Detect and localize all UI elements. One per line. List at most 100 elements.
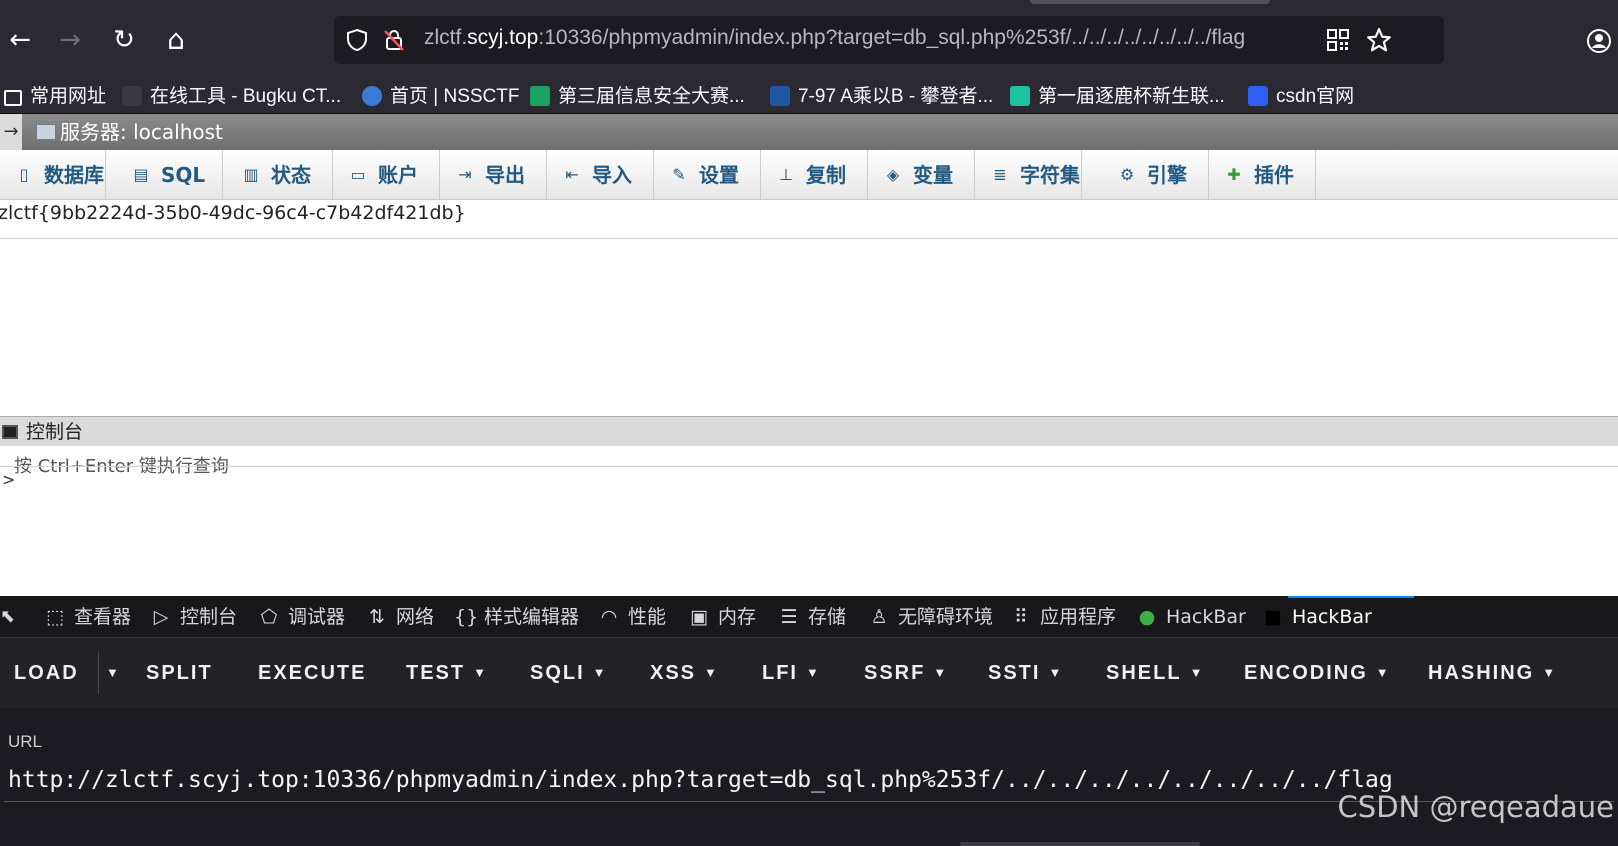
tab-application[interactable]: ⠿ 应用程序	[1010, 596, 1116, 638]
server-label[interactable]: 服务器: localhost	[60, 114, 223, 150]
server-breadcrumb: → 服务器: localhost	[0, 114, 1618, 150]
forward-button[interactable]: →	[52, 22, 88, 58]
encoding-menu-button[interactable]: ENCODING ▼	[1244, 638, 1389, 708]
scrollbar[interactable]	[960, 842, 1200, 846]
hackbar-black-icon: ■	[1264, 606, 1282, 628]
database-icon: ▯	[19, 165, 29, 184]
load-button[interactable]: LOAD	[14, 638, 79, 708]
pta-icon	[770, 86, 790, 106]
bookmark-label: 第一届逐鹿杯新生联...	[1038, 86, 1225, 107]
tab-sql[interactable]: ▤ SQL	[117, 150, 223, 200]
bookmark-item[interactable]: 首页 | NSSCTF	[362, 84, 520, 110]
account-icon[interactable]	[1586, 28, 1612, 54]
sqli-menu-button[interactable]: SQLI ▼	[530, 638, 606, 708]
hackbar-toolbar: LOAD ▼ SPLIT EXECUTE TEST ▼ SQLI ▼ XSS ▼ LF…	[0, 638, 1618, 708]
ssrf-menu-button[interactable]: SSRF ▼	[864, 638, 946, 708]
bookmark-item[interactable]: 7-97 A乘以B - 攀登者...	[770, 84, 993, 110]
url-field-label: URL	[8, 732, 43, 751]
server-icon	[36, 124, 56, 140]
zhulu-icon	[1010, 86, 1030, 106]
hackbar-green-icon: ●	[1138, 606, 1156, 628]
caret-down-icon: ▼	[473, 665, 486, 680]
tab-memory[interactable]: ▣ 内存	[688, 596, 756, 638]
reload-button[interactable]: ↻	[106, 22, 142, 58]
network-icon: ⇅	[369, 606, 385, 628]
qr-icon[interactable]	[1326, 28, 1350, 52]
tab-hackbar-active[interactable]: ■ HackBar	[1262, 596, 1372, 638]
tab-label: 导出	[485, 163, 525, 187]
address-bar[interactable]: zlctf.scyj.top:10336/phpmyadmin/index.ph…	[334, 16, 1444, 64]
tab-debugger[interactable]: ⬠ 调试器	[258, 596, 345, 638]
bookmark-item[interactable]: csdn官网	[1248, 84, 1354, 110]
back-button[interactable]: ←	[2, 22, 38, 58]
memory-icon: ▣	[690, 606, 708, 628]
tab-export[interactable]: ⇥ 导出	[441, 150, 547, 200]
button-label: SSRF	[864, 662, 926, 684]
engines-icon: ⚙	[1119, 165, 1135, 184]
element-picker-icon[interactable]: ⬉	[0, 606, 22, 628]
bookmark-folder[interactable]: 常用网址	[4, 84, 106, 110]
execute-button[interactable]: EXECUTE	[258, 638, 366, 708]
tab-inspector[interactable]: ⬚ 查看器	[44, 596, 131, 638]
sheet-icon	[530, 86, 550, 106]
insecure-lock-icon[interactable]	[382, 28, 406, 52]
shell-menu-button[interactable]: SHELL ▼	[1106, 638, 1202, 708]
xss-menu-button[interactable]: XSS ▼	[650, 638, 717, 708]
hackbar-body: URL http://zlctf.scyj.top:10336/phpmyadm…	[0, 708, 1618, 846]
ssti-menu-button[interactable]: SSTI ▼	[988, 638, 1061, 708]
tab-storage[interactable]: ☰ 存储	[778, 596, 846, 638]
hashing-menu-button[interactable]: HASHING ▼	[1428, 638, 1555, 708]
status-icon: ▥	[243, 165, 259, 184]
tab-console[interactable]: ▷ 控制台	[150, 596, 237, 638]
collapse-arrow-icon[interactable]: →	[0, 114, 22, 150]
accessibility-icon: ♙	[870, 606, 888, 628]
application-icon: ⠿	[1014, 606, 1028, 628]
tab-accessibility[interactable]: ♙ 无障碍环境	[868, 596, 993, 638]
tab-settings[interactable]: ✎ 设置	[655, 150, 761, 200]
bookmark-item[interactable]: 第一届逐鹿杯新生联...	[1010, 84, 1225, 110]
tab-network[interactable]: ⇅ 网络	[366, 596, 434, 638]
tab-hackbar[interactable]: ● HackBar	[1136, 596, 1246, 638]
tab-charset[interactable]: ≣ 字符集	[976, 150, 1082, 200]
tab-label: 内存	[718, 606, 757, 628]
caret-down-icon: ▼	[106, 665, 119, 680]
lfi-menu-button[interactable]: LFI ▼	[762, 638, 819, 708]
shield-icon[interactable]	[346, 28, 368, 52]
export-icon: ⇥	[458, 165, 472, 184]
caret-down-icon: ▼	[1048, 665, 1062, 680]
tab-variables[interactable]: ◈ 变量	[869, 150, 975, 200]
home-button[interactable]: ⌂	[158, 22, 194, 58]
caret-down-icon: ▼	[806, 665, 819, 680]
test-menu-button[interactable]: TEST ▼	[406, 638, 486, 708]
sql-icon: ▤	[133, 165, 149, 184]
tab-import[interactable]: ⇤ 导入	[548, 150, 654, 200]
csdn-icon	[1248, 86, 1268, 106]
tab-status[interactable]: ▥ 状态	[227, 150, 333, 200]
tab-label: 数据库	[44, 163, 104, 187]
performance-icon: ◠	[600, 606, 618, 628]
url-text[interactable]: zlctf.scyj.top:10336/phpmyadmin/index.ph…	[424, 26, 1245, 50]
inspector-icon: ⬚	[46, 606, 64, 628]
tab-label: 应用程序	[1040, 606, 1117, 628]
bookmark-label: 首页 | NSSCTF	[390, 86, 520, 107]
tab-accounts[interactable]: ▭ 账户	[334, 150, 440, 200]
console-prompt[interactable]: >	[2, 470, 15, 489]
console-header[interactable]: 控制台	[0, 416, 1618, 446]
tab-style-editor[interactable]: {} 样式编辑器	[454, 596, 579, 638]
bookmarks-toolbar: 常用网址 在线工具 - Bugku CT... 首页 | NSSCTF 第三届信…	[0, 80, 1618, 114]
tab-performance[interactable]: ◠ 性能	[598, 596, 666, 638]
tab-plugins[interactable]: ✚ 插件	[1210, 150, 1316, 200]
url-prefix: zlctf.	[424, 26, 468, 49]
tab-engines[interactable]: ⚙ 引擎	[1103, 150, 1209, 200]
tab-label: 控制台	[180, 606, 238, 628]
tab-databases[interactable]: ▯ 数据库	[0, 150, 106, 200]
load-dropdown-button[interactable]: ▼	[98, 638, 122, 708]
tab-label: HackBar	[1166, 606, 1246, 628]
split-button[interactable]: SPLIT	[146, 638, 213, 708]
flag-output: zlctf{9bb2224d-35b0-49dc-96c4-c7b42df421…	[0, 202, 466, 224]
bookmark-item[interactable]: 在线工具 - Bugku CT...	[122, 84, 341, 110]
star-icon[interactable]	[1366, 27, 1392, 53]
tab-replication[interactable]: ⊥ 复制	[762, 150, 868, 200]
bookmark-item[interactable]: 第三届信息安全大赛...	[530, 84, 745, 110]
button-label: EXECUTE	[258, 662, 367, 684]
